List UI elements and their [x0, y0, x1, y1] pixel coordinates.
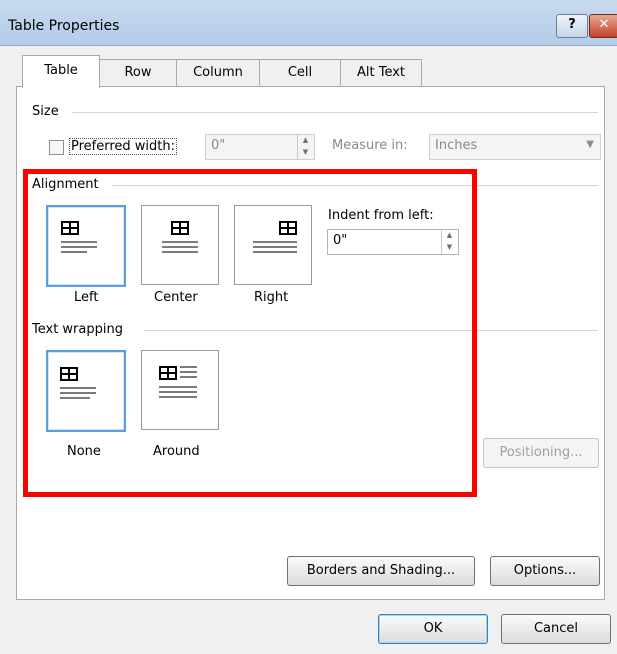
size-heading: Size: [32, 104, 59, 119]
text-wrapping-heading: Text wrapping: [32, 322, 123, 337]
spin-up-icon: ▲: [302, 136, 309, 144]
indent-from-left-value: 0": [333, 233, 348, 248]
align-left-option[interactable]: [46, 205, 126, 287]
preferred-width-checkbox[interactable]: [49, 140, 64, 155]
spin-down-icon: ▼: [302, 148, 309, 156]
options-button-label: Options...: [513, 563, 577, 578]
measure-in-select[interactable]: Inches ▼: [429, 134, 601, 160]
help-icon: ?: [568, 17, 576, 32]
spin-up-icon: ▲: [446, 231, 453, 239]
tab-alt-text[interactable]: Alt Text: [340, 59, 422, 86]
align-right-label: Right: [254, 290, 289, 305]
wrap-around-label: Around: [153, 444, 200, 459]
measure-in-label: Measure in:: [332, 138, 408, 153]
align-left-label: Left: [74, 290, 99, 305]
preferred-width-label: Preferred width:: [69, 138, 178, 155]
tab-panel-table: [16, 86, 605, 600]
ok-button[interactable]: OK: [378, 614, 488, 644]
text-wrapping-divider: [144, 330, 598, 331]
close-icon: ✕: [598, 17, 610, 32]
tab-table[interactable]: Table: [22, 55, 100, 88]
ok-button-label: OK: [423, 621, 443, 636]
tab-label: Cell: [287, 65, 313, 80]
size-divider: [72, 112, 598, 113]
measure-in-value: Inches: [435, 138, 478, 153]
positioning-button-label: Positioning...: [499, 445, 583, 460]
cancel-button[interactable]: Cancel: [501, 614, 611, 644]
tab-label: Row: [124, 65, 152, 80]
wrap-none-option[interactable]: [46, 350, 126, 432]
spin-down-icon: ▼: [446, 243, 453, 251]
indent-from-left-input[interactable]: 0": [327, 229, 459, 255]
borders-and-shading-button[interactable]: Borders and Shading...: [287, 556, 475, 586]
wrap-around-option[interactable]: [141, 350, 219, 430]
window-title: Table Properties: [8, 18, 120, 34]
tab-label: Alt Text: [356, 65, 406, 80]
alignment-heading: Alignment: [32, 177, 99, 192]
tab-label: Column: [193, 65, 243, 80]
tab-column[interactable]: Column: [176, 59, 260, 86]
align-center-option[interactable]: [141, 205, 219, 285]
tab-label: Table: [44, 63, 78, 78]
options-button[interactable]: Options...: [490, 556, 600, 586]
help-button[interactable]: ?: [556, 14, 588, 38]
preferred-width-value: 0": [211, 138, 226, 153]
align-center-label: Center: [154, 290, 198, 305]
tab-cell[interactable]: Cell: [259, 59, 341, 86]
positioning-button[interactable]: Positioning...: [483, 438, 599, 468]
wrap-none-label: None: [67, 444, 101, 459]
chevron-down-icon: ▼: [586, 139, 594, 150]
indent-from-left-label: Indent from left:: [328, 208, 434, 223]
alignment-divider: [112, 185, 598, 186]
tab-row[interactable]: Row: [99, 59, 177, 86]
indent-spinner[interactable]: ▲ ▼: [441, 230, 457, 254]
align-right-option[interactable]: [234, 205, 312, 285]
preferred-width-spinner[interactable]: ▲ ▼: [297, 135, 313, 159]
cancel-button-label: Cancel: [533, 621, 579, 636]
borders-and-shading-button-label: Borders and Shading...: [306, 563, 456, 578]
close-button[interactable]: ✕: [589, 14, 617, 38]
